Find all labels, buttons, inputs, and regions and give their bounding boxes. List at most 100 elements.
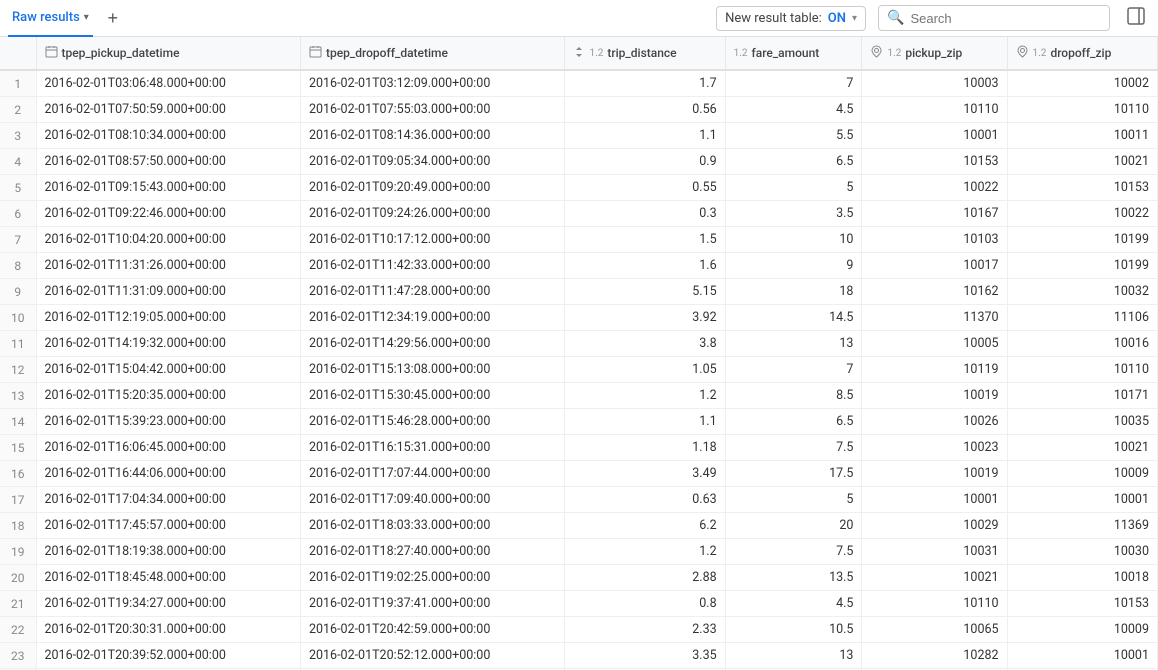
cell-rownum: 9 <box>0 279 36 305</box>
cell-trip-distance: 0.55 <box>565 175 725 201</box>
cell-dropoff-zip: 10002 <box>1007 70 1157 97</box>
col-label-trip-distance: trip_distance <box>607 46 676 60</box>
cell-pickup-datetime: 2016-02-01T14:19:32.000+00:00 <box>36 331 300 357</box>
cell-dropoff-zip: 10021 <box>1007 149 1157 175</box>
col-header-dropoff-zip[interactable]: 1.2 dropoff_zip <box>1007 37 1157 70</box>
cell-trip-distance: 1.1 <box>565 409 725 435</box>
cell-dropoff-zip: 10030 <box>1007 539 1157 565</box>
cell-fare-amount: 10.5 <box>725 617 862 643</box>
cell-pickup-datetime: 2016-02-01T19:34:27.000+00:00 <box>36 591 300 617</box>
cell-rownum: 1 <box>0 70 36 97</box>
table-row: 13 2016-02-01T15:20:35.000+00:00 2016-02… <box>0 383 1158 409</box>
cell-pickup-zip: 10017 <box>862 253 1007 279</box>
cell-fare-amount: 20 <box>725 513 862 539</box>
cell-rownum: 11 <box>0 331 36 357</box>
cell-pickup-datetime: 2016-02-01T09:22:46.000+00:00 <box>36 201 300 227</box>
new-result-value: ON <box>828 11 846 26</box>
cell-fare-amount: 7.5 <box>725 539 862 565</box>
cell-pickup-zip: 10167 <box>862 201 1007 227</box>
cell-pickup-zip: 10023 <box>862 435 1007 461</box>
cell-dropoff-datetime: 2016-02-01T18:03:33.000+00:00 <box>300 513 564 539</box>
cell-fare-amount: 9 <box>725 253 862 279</box>
cell-dropoff-zip: 10153 <box>1007 591 1157 617</box>
cell-rownum: 21 <box>0 591 36 617</box>
cell-pickup-zip: 10031 <box>862 539 1007 565</box>
cell-dropoff-zip: 10001 <box>1007 487 1157 513</box>
cell-trip-distance: 3.35 <box>565 643 725 669</box>
cell-trip-distance: 1.05 <box>565 357 725 383</box>
cell-dropoff-datetime: 2016-02-01T11:47:28.000+00:00 <box>300 279 564 305</box>
table-row: 17 2016-02-01T17:04:34.000+00:00 2016-02… <box>0 487 1158 513</box>
cell-dropoff-zip: 10001 <box>1007 643 1157 669</box>
cell-rownum: 22 <box>0 617 36 643</box>
col-header-fare-amount[interactable]: 1.2 fare_amount <box>725 37 862 70</box>
cell-dropoff-zip: 10021 <box>1007 435 1157 461</box>
add-tab-button[interactable]: + <box>101 6 125 30</box>
cell-rownum: 20 <box>0 565 36 591</box>
cell-rownum: 8 <box>0 253 36 279</box>
cell-trip-distance: 1.6 <box>565 253 725 279</box>
cell-dropoff-zip: 10171 <box>1007 383 1157 409</box>
cell-dropoff-datetime: 2016-02-01T20:52:12.000+00:00 <box>300 643 564 669</box>
cell-fare-amount: 5 <box>725 487 862 513</box>
cell-rownum: 13 <box>0 383 36 409</box>
cell-fare-amount: 10 <box>725 227 862 253</box>
cell-trip-distance: 0.56 <box>565 97 725 123</box>
datetime-icon-dropoff <box>309 45 322 61</box>
cell-trip-distance: 1.1 <box>565 123 725 149</box>
cell-trip-distance: 1.7 <box>565 70 725 97</box>
search-input[interactable] <box>910 11 1101 26</box>
panel-toggle-icon[interactable] <box>1122 2 1150 34</box>
cell-trip-distance: 2.33 <box>565 617 725 643</box>
col-header-pickup-datetime[interactable]: tpep_pickup_datetime <box>36 37 300 70</box>
raw-results-label: Raw results <box>12 10 80 25</box>
cell-rownum: 5 <box>0 175 36 201</box>
table-row: 2 2016-02-01T07:50:59.000+00:00 2016-02-… <box>0 97 1158 123</box>
col-header-dropoff-datetime[interactable]: tpep_dropoff_datetime <box>300 37 564 70</box>
new-result-arrow: ▾ <box>852 13 857 24</box>
cell-pickup-datetime: 2016-02-01T15:04:42.000+00:00 <box>36 357 300 383</box>
cell-pickup-datetime: 2016-02-01T09:15:43.000+00:00 <box>36 175 300 201</box>
cell-pickup-zip: 10153 <box>862 149 1007 175</box>
cell-rownum: 15 <box>0 435 36 461</box>
cell-fare-amount: 13.5 <box>725 565 862 591</box>
zip-icon-pickup <box>870 45 883 61</box>
cell-pickup-zip: 10103 <box>862 227 1007 253</box>
cell-pickup-datetime: 2016-02-01T15:20:35.000+00:00 <box>36 383 300 409</box>
cell-pickup-zip: 10110 <box>862 97 1007 123</box>
search-box[interactable]: 🔍 <box>878 5 1110 31</box>
cell-dropoff-datetime: 2016-02-01T09:20:49.000+00:00 <box>300 175 564 201</box>
cell-trip-distance: 1.2 <box>565 383 725 409</box>
cell-dropoff-datetime: 2016-02-01T15:13:08.000+00:00 <box>300 357 564 383</box>
table-row: 5 2016-02-01T09:15:43.000+00:00 2016-02-… <box>0 175 1158 201</box>
cell-fare-amount: 8.5 <box>725 383 862 409</box>
cell-dropoff-zip: 10110 <box>1007 97 1157 123</box>
cell-dropoff-datetime: 2016-02-01T07:55:03.000+00:00 <box>300 97 564 123</box>
cell-fare-amount: 18 <box>725 279 862 305</box>
table-row: 20 2016-02-01T18:45:48.000+00:00 2016-02… <box>0 565 1158 591</box>
col-header-pickup-zip[interactable]: 1.2 pickup_zip <box>862 37 1007 70</box>
cell-fare-amount: 13 <box>725 643 862 669</box>
cell-pickup-datetime: 2016-02-01T10:04:20.000+00:00 <box>36 227 300 253</box>
table-row: 7 2016-02-01T10:04:20.000+00:00 2016-02-… <box>0 227 1158 253</box>
cell-pickup-datetime: 2016-02-01T11:31:26.000+00:00 <box>36 253 300 279</box>
table-row: 4 2016-02-01T08:57:50.000+00:00 2016-02-… <box>0 149 1158 175</box>
cell-trip-distance: 0.9 <box>565 149 725 175</box>
new-result-toggle[interactable]: New result table: ON ▾ <box>716 6 866 31</box>
cell-trip-distance: 1.2 <box>565 539 725 565</box>
new-result-label: New result table: <box>725 11 822 26</box>
cell-dropoff-zip: 10153 <box>1007 175 1157 201</box>
cell-dropoff-datetime: 2016-02-01T19:02:25.000+00:00 <box>300 565 564 591</box>
cell-trip-distance: 2.88 <box>565 565 725 591</box>
cell-trip-distance: 0.63 <box>565 487 725 513</box>
table-row: 21 2016-02-01T19:34:27.000+00:00 2016-02… <box>0 591 1158 617</box>
cell-trip-distance: 3.92 <box>565 305 725 331</box>
cell-rownum: 16 <box>0 461 36 487</box>
cell-dropoff-zip: 11369 <box>1007 513 1157 539</box>
raw-results-tab[interactable]: Raw results ▾ <box>8 0 93 37</box>
cell-dropoff-zip: 11106 <box>1007 305 1157 331</box>
col-header-trip-distance[interactable]: 1.2 trip_distance <box>565 37 725 70</box>
cell-trip-distance: 6.2 <box>565 513 725 539</box>
cell-dropoff-zip: 10035 <box>1007 409 1157 435</box>
table-row: 12 2016-02-01T15:04:42.000+00:00 2016-02… <box>0 357 1158 383</box>
